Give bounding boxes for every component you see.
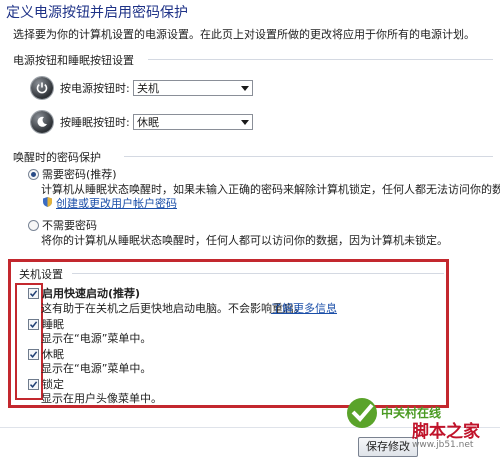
save-button[interactable]: 保存修改: [358, 437, 418, 457]
sleep-checkbox[interactable]: [28, 319, 39, 330]
sleep-button-label: 按睡眠按钮时:: [60, 116, 130, 129]
lock-checkbox[interactable]: [28, 379, 39, 390]
power-button-row: 按电源按钮时:: [31, 77, 130, 99]
chevron-down-icon: [241, 86, 249, 91]
chevron-down-icon: [241, 120, 249, 125]
divider: [148, 59, 493, 60]
sleep-button-action-select[interactable]: 休眠: [133, 114, 253, 130]
fast-startup-desc: 这有助于在关机之后更快地启动电脑。不会影响重启。: [41, 302, 305, 315]
password-group-label: 唤醒时的密码保护: [13, 151, 101, 164]
watermark-jb51: 脚本之家: [412, 422, 480, 442]
hibernate-checkbox[interactable]: [28, 349, 39, 360]
learn-more-link[interactable]: 了解更多信息: [271, 300, 337, 316]
password-required-radio[interactable]: [28, 169, 39, 180]
fast-startup-checkbox[interactable]: [28, 288, 39, 299]
zol-logo-icon: [347, 398, 377, 428]
password-not-required-desc: 将你的计算机从睡眠状态唤醒时，任何人都可以访问你的数据，因为计算机未锁定。: [41, 234, 448, 247]
lock-desc: 显示在用户头像菜单中。: [41, 392, 162, 405]
watermark-jb51-url: www.jb51.net: [412, 440, 474, 450]
power-button-action-select[interactable]: 关机: [133, 80, 253, 96]
power-buttons-group-label: 电源按钮和睡眠按钮设置: [13, 54, 134, 67]
sleep-button-row: 按睡眠按钮时:: [31, 111, 130, 133]
password-required-label[interactable]: 需要密码(推荐): [42, 166, 117, 182]
create-password-link[interactable]: 创建或更改用户帐户密码: [56, 195, 177, 211]
password-not-required-radio[interactable]: [28, 220, 39, 231]
shutdown-group-label: 关机设置: [19, 268, 63, 281]
hibernate-desc: 显示在“电源”菜单中。: [41, 362, 152, 375]
moon-icon: [31, 111, 53, 133]
power-button-label: 按电源按钮时:: [60, 82, 130, 95]
power-icon: [31, 77, 53, 99]
page-subtitle: 选择要为你的计算机设置的电源设置。在此页上对设置所做的更改将应用于你所有的电源计…: [13, 28, 475, 41]
password-not-required-label[interactable]: 不需要密码: [42, 217, 97, 233]
divider: [124, 156, 493, 157]
sleep-desc: 显示在“电源”菜单中。: [41, 332, 152, 345]
page-title: 定义电源按钮并启用密码保护: [6, 5, 188, 21]
fast-startup-label[interactable]: 启用快速启动(推荐): [42, 285, 140, 301]
sleep-button-action-value: 休眠: [137, 116, 159, 129]
power-button-action-value: 关机: [137, 82, 159, 95]
uac-shield-icon: [43, 197, 52, 207]
divider: [72, 273, 444, 274]
